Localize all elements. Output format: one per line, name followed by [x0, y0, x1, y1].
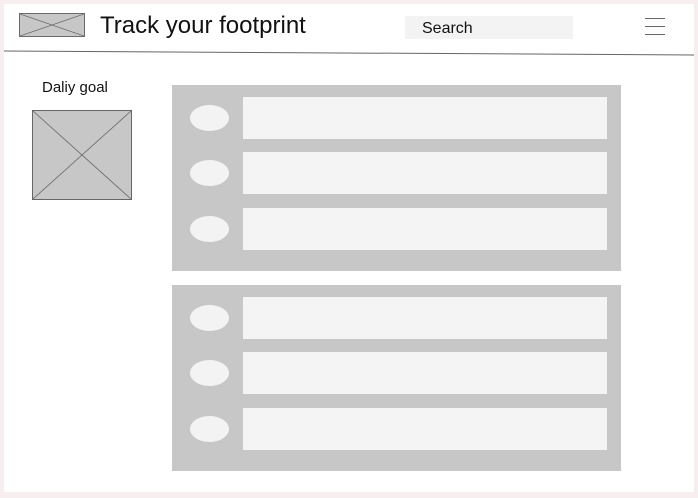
daily-goal-label: Daliy goal — [42, 79, 108, 96]
footprint-list-card-1 — [172, 85, 621, 271]
list-item[interactable] — [172, 352, 621, 394]
list-item-content — [243, 208, 607, 250]
list-item-content — [243, 97, 607, 139]
footprint-list-card-2 — [172, 285, 621, 471]
logo-image-placeholder — [19, 13, 85, 37]
list-item-content — [243, 352, 607, 394]
image-placeholder-icon — [20, 14, 84, 36]
list-item-avatar — [190, 305, 229, 331]
list-item[interactable] — [172, 152, 621, 194]
list-item-avatar — [190, 160, 229, 186]
list-item-content — [243, 408, 607, 450]
list-item-avatar — [190, 416, 229, 442]
page-title: Track your footprint — [100, 12, 306, 39]
list-item-avatar — [190, 216, 229, 242]
app-frame: Track your footprint Search Daliy goal — [4, 4, 694, 492]
list-item-avatar — [190, 360, 229, 386]
list-item[interactable] — [172, 97, 621, 139]
list-item-content — [243, 152, 607, 194]
list-item[interactable] — [172, 208, 621, 250]
search-input[interactable]: Search — [405, 16, 573, 39]
list-item[interactable] — [172, 297, 621, 339]
daily-goal-image-placeholder — [32, 110, 132, 200]
list-item-content — [243, 297, 607, 339]
hamburger-menu-icon[interactable] — [645, 18, 667, 36]
list-item[interactable] — [172, 408, 621, 450]
image-placeholder-icon — [33, 111, 131, 199]
list-item-avatar — [190, 105, 229, 131]
